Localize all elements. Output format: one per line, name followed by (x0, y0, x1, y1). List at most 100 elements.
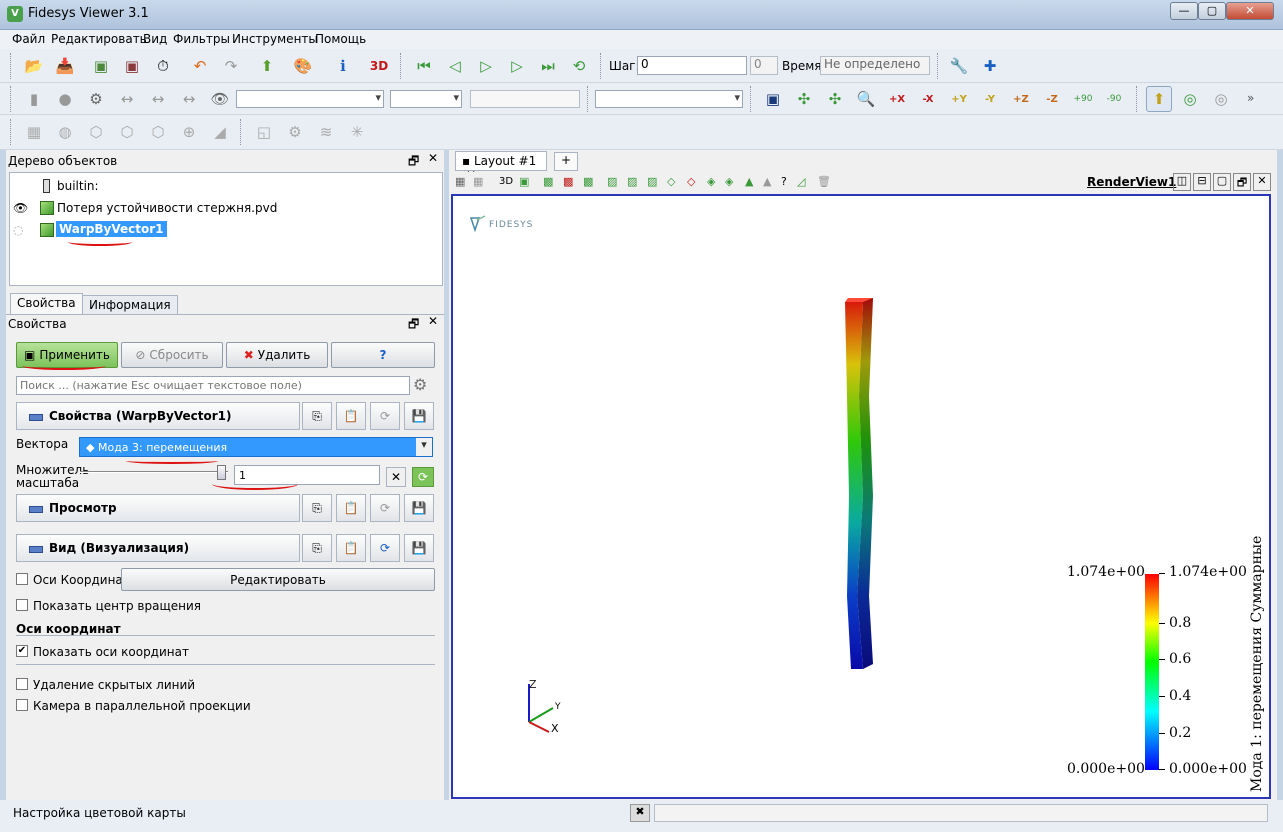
reset-range-icon[interactable]: ⚙ (83, 86, 109, 112)
minimize-button[interactable]: — (1170, 2, 1198, 20)
parallel-projection-checkbox[interactable] (16, 699, 28, 711)
extract-selection-icon[interactable]: ▲ (763, 175, 771, 188)
first-frame-icon[interactable]: ⏮ (411, 53, 437, 79)
stereo-3d-icon[interactable]: 3D (366, 53, 392, 79)
prev-frame-icon[interactable]: ◁ (442, 53, 468, 79)
step-input[interactable]: 0 (637, 56, 747, 75)
undock-icon[interactable]: 🗗 (408, 152, 419, 173)
warp-icon[interactable]: ⚙ (282, 119, 308, 145)
menu-filters[interactable]: Фильтры (173, 32, 230, 46)
toggle-visibility-icon[interactable]: 👁 (207, 86, 233, 112)
close-button[interactable]: ✕ (1226, 2, 1274, 20)
section-display[interactable]: Вид (Визуализация) (16, 534, 300, 562)
tab-layout[interactable]: ▪ Layout #1 ✕ (455, 151, 547, 182)
clear-selection-icon[interactable]: 🗑 (817, 175, 831, 188)
rescale-range-icon[interactable]: ↔ (114, 86, 140, 112)
view-minus-x-icon[interactable]: -X (915, 86, 941, 112)
split-vertical-icon[interactable]: ⊟ (1193, 173, 1211, 191)
save-default-icon[interactable]: 💾 (404, 402, 434, 430)
eye-icon[interactable]: 👁 (13, 201, 28, 215)
clear-icon[interactable]: ✕ (386, 467, 406, 487)
section-properties[interactable]: Свойства (WarpByVector1) (16, 402, 300, 430)
mode-3d-toggle[interactable]: 3D (499, 176, 513, 187)
refresh-icon[interactable]: ⟳ (370, 494, 400, 522)
view-plus-y-icon[interactable]: +Y (946, 86, 972, 112)
view-minus-z-icon[interactable]: -Z (1039, 86, 1065, 112)
stream-tracer-icon[interactable]: ◱ (251, 119, 277, 145)
delete-button[interactable]: ✖ Удалить (226, 342, 328, 368)
zoom-closest-icon[interactable]: ✣ (822, 86, 848, 112)
edit-axes-button[interactable]: Редактировать (121, 568, 435, 591)
select-cells-icon[interactable]: ▩ (543, 175, 553, 188)
undock-view-icon[interactable]: 🗗 (1233, 173, 1251, 191)
menu-tools[interactable]: Инструменты (232, 32, 318, 46)
hover-points-icon[interactable]: ◇ (667, 175, 675, 188)
menu-file[interactable]: Файл (12, 32, 45, 46)
clip-icon[interactable]: ⬡ (83, 119, 109, 145)
rotate-minus-90-icon[interactable]: -90 (1101, 86, 1127, 112)
maximize-view-icon[interactable]: ▢ (1213, 173, 1231, 191)
refresh-icon[interactable]: ⟳ (370, 402, 400, 430)
glyph-icon[interactable]: ◢ (207, 119, 233, 145)
select-points-icon[interactable]: ▩ (563, 175, 573, 188)
open-icon[interactable]: 📂 (21, 53, 47, 79)
reset-value-icon[interactable]: ⟳ (412, 467, 434, 487)
visible-range-icon[interactable]: ↔ (176, 86, 202, 112)
show-center-icon[interactable]: ⬆ (1146, 86, 1172, 112)
save-default-icon[interactable]: 💾 (404, 534, 434, 562)
add-filter-icon[interactable]: ✚ (977, 53, 1003, 79)
paste-icon[interactable]: 📋 (336, 494, 366, 522)
section-view[interactable]: Просмотр (16, 494, 300, 522)
paste-icon[interactable]: 📋 (336, 402, 366, 430)
threshold-icon[interactable]: ⬡ (145, 119, 171, 145)
ruler-icon[interactable]: ◿ (797, 175, 805, 188)
palette-icon[interactable]: 🎨 (290, 53, 316, 79)
redo-icon[interactable]: ↷ (218, 53, 244, 79)
zoom-to-data-icon[interactable]: ✣ (791, 86, 817, 112)
menu-edit[interactable]: Редактировать (51, 32, 147, 46)
copy-icon[interactable]: ⎘ (302, 494, 332, 522)
next-frame-icon[interactable]: ▷ (504, 53, 530, 79)
close-view-icon[interactable]: ✕ (1253, 173, 1271, 191)
connect-icon[interactable]: ⬆ (254, 53, 280, 79)
advanced-settings-icon[interactable]: ⚙ (413, 375, 427, 394)
reset-camera-icon[interactable]: ▣ (760, 86, 786, 112)
pick-center-icon[interactable]: ◎ (1208, 86, 1234, 112)
scale-slider-track[interactable] (80, 471, 228, 473)
contour-icon[interactable]: ◍ (52, 119, 78, 145)
timer-icon[interactable]: ⏱ (150, 53, 176, 79)
last-frame-icon[interactable]: ⏭ (535, 53, 561, 79)
select-block-icon[interactable]: ▨ (607, 175, 617, 188)
save-default-icon[interactable]: 💾 (404, 494, 434, 522)
find-data-icon[interactable]: ? (781, 175, 787, 188)
save-data-icon[interactable]: ▣ (88, 53, 114, 79)
edit-selection-icon[interactable]: ▲ (745, 175, 753, 188)
view-plus-z-icon[interactable]: +Z (1008, 86, 1034, 112)
pipeline-item-builtin[interactable]: builtin: (57, 179, 99, 193)
view-minus-y-icon[interactable]: -Y (977, 86, 1003, 112)
view-plus-x-icon[interactable]: +X (884, 86, 910, 112)
grow-selection-icon[interactable]: ◈ (707, 175, 715, 188)
maximize-button[interactable]: ▢ (1198, 2, 1226, 20)
rotate-plus-90-icon[interactable]: +90 (1070, 86, 1096, 112)
tab-information[interactable]: Информация (82, 295, 178, 315)
add-layout-tab[interactable]: + (554, 152, 578, 171)
extract-level-icon[interactable]: ✳ (344, 119, 370, 145)
capture-icon[interactable]: ▦ (455, 175, 465, 188)
pipeline-item-warp[interactable]: WarpByVector1 (56, 221, 167, 237)
play-icon[interactable]: ▷ (473, 53, 499, 79)
tab-properties[interactable]: Свойства (10, 293, 83, 315)
load-state-icon[interactable]: 📥 (52, 53, 78, 79)
menu-view[interactable]: Вид (143, 32, 167, 46)
select-polygon-icon[interactable]: ▨ (627, 175, 637, 188)
calculator-icon[interactable]: ▦ (21, 119, 47, 145)
custom-filter-icon[interactable]: 🔧 (946, 53, 972, 79)
undo-icon[interactable]: ↶ (187, 53, 213, 79)
close-panel-icon[interactable]: ✕ (428, 314, 438, 328)
reset-button[interactable]: ⊘ Сбросить (121, 342, 223, 368)
camera-icon[interactable]: ▣ (519, 175, 529, 188)
extract-subset-icon[interactable]: ⊕ (176, 119, 202, 145)
hover-cells-icon[interactable]: ◇ (687, 175, 695, 188)
representation-select[interactable] (595, 90, 743, 108)
edit-colormap-icon[interactable]: ● (52, 86, 78, 112)
